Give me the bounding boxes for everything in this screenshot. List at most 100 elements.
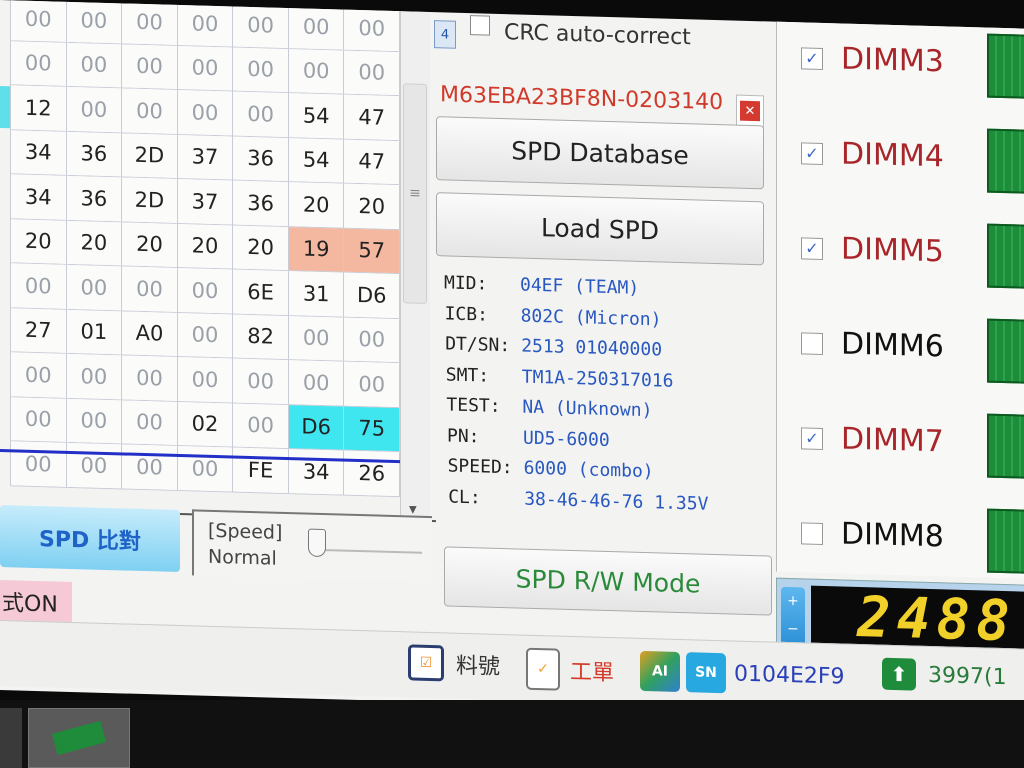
hex-cell[interactable]: 2D: [122, 132, 178, 178]
dimm-slot-dimm3[interactable]: ✓ DIMM3: [801, 40, 944, 79]
hex-cell[interactable]: 00: [122, 43, 178, 89]
hex-cell[interactable]: 00: [233, 2, 289, 48]
clear-button[interactable]: ✕: [736, 94, 764, 128]
hex-cell[interactable]: 20: [177, 223, 234, 269]
hex-cell[interactable]: 00: [122, 88, 178, 134]
hex-cell[interactable]: 00: [11, 0, 67, 42]
hex-cell[interactable]: 01: [66, 309, 123, 355]
hex-cell[interactable]: 75: [344, 406, 401, 452]
hex-cell[interactable]: 00: [288, 360, 345, 406]
hex-cell[interactable]: 00: [66, 442, 123, 488]
hex-cell[interactable]: 00: [344, 317, 401, 363]
hex-cell[interactable]: 00: [177, 445, 234, 492]
hex-cell[interactable]: 00: [344, 361, 401, 407]
hex-cell[interactable]: 00: [177, 89, 234, 136]
hex-cell[interactable]: 00: [11, 40, 67, 86]
hex-cell[interactable]: 00: [66, 0, 123, 43]
hex-cell[interactable]: 36: [66, 175, 123, 221]
hex-cell[interactable]: 00: [11, 441, 67, 487]
clipboard-icon[interactable]: ✓: [526, 647, 560, 691]
hex-cell[interactable]: 00: [288, 315, 345, 361]
hex-cell[interactable]: 26: [344, 450, 401, 496]
spin-down-icon[interactable]: −: [781, 615, 805, 644]
spd-compare-button[interactable]: SPD 比對: [0, 505, 180, 573]
taskbar-item[interactable]: [0, 708, 22, 768]
hex-cell[interactable]: 34: [288, 449, 345, 495]
hex-cell[interactable]: 27: [11, 307, 67, 353]
hex-cell[interactable]: 00: [344, 5, 401, 51]
spd-database-button[interactable]: SPD Database: [436, 116, 764, 190]
hex-cell[interactable]: 00: [11, 352, 67, 398]
sn-badge[interactable]: SN: [686, 652, 726, 694]
hex-cell[interactable]: 00: [288, 4, 345, 50]
hex-cell[interactable]: 36: [233, 136, 289, 182]
hex-cell[interactable]: 31: [288, 271, 345, 317]
dimm-checkbox[interactable]: ✓: [801, 426, 823, 450]
hex-cell[interactable]: 00: [122, 355, 178, 401]
dimm-checkbox[interactable]: ✓: [801, 46, 823, 70]
hex-cell[interactable]: 00: [66, 86, 123, 132]
hex-cell[interactable]: 54: [288, 137, 345, 183]
hex-cell[interactable]: A0: [122, 310, 178, 356]
dimm-slot-dimm4[interactable]: ✓ DIMM4: [801, 135, 944, 174]
hex-cell[interactable]: 47: [344, 139, 401, 185]
hex-cell[interactable]: 36: [66, 131, 123, 177]
hex-cell[interactable]: 00: [288, 48, 345, 94]
hex-cell[interactable]: 00: [177, 45, 234, 91]
hex-cell[interactable]: 47: [344, 94, 401, 140]
upload-arrow-icon[interactable]: ⬆: [882, 657, 916, 691]
hex-cell[interactable]: 00: [177, 267, 234, 314]
hex-cell[interactable]: 00: [177, 0, 234, 47]
hex-cell[interactable]: 00: [233, 91, 289, 137]
hex-cell[interactable]: 20: [11, 218, 67, 264]
hex-cell[interactable]: 00: [233, 47, 289, 93]
hex-cell[interactable]: 37: [177, 178, 234, 225]
dimm-slot-dimm6[interactable]: DIMM6: [801, 325, 944, 364]
hex-cell[interactable]: 00: [66, 42, 123, 88]
hex-cell[interactable]: 00: [344, 50, 401, 96]
ai-badge[interactable]: AI: [640, 650, 680, 692]
hex-cell[interactable]: 00: [66, 264, 123, 310]
dimm-slot-dimm8[interactable]: DIMM8: [801, 515, 944, 554]
hex-cell[interactable]: 19: [288, 226, 345, 272]
hex-cell[interactable]: 36: [233, 180, 289, 226]
hex-cell[interactable]: 20: [344, 183, 401, 229]
rw-mode-button[interactable]: SPD R/W Mode: [444, 546, 772, 616]
hex-cell[interactable]: 00: [11, 263, 67, 309]
calendar-icon[interactable]: ☑: [408, 644, 444, 682]
hex-cell[interactable]: 00: [233, 403, 289, 449]
hex-cell[interactable]: 20: [288, 182, 345, 228]
hex-cell[interactable]: 00: [122, 444, 178, 490]
hex-cell[interactable]: 00: [177, 356, 234, 403]
scroll-down-icon[interactable]: ▼: [409, 504, 417, 515]
hex-cell[interactable]: 00: [233, 358, 289, 404]
crc-checkbox[interactable]: [470, 15, 490, 36]
hex-cell[interactable]: 6E: [233, 269, 289, 315]
hex-cell[interactable]: 20: [66, 220, 123, 266]
hex-cell[interactable]: 00: [122, 399, 178, 445]
dimm-checkbox[interactable]: [801, 521, 823, 545]
dimm-checkbox[interactable]: [801, 331, 823, 355]
hex-cell[interactable]: 57: [344, 228, 401, 274]
hex-cell[interactable]: 34: [11, 174, 67, 220]
dimm-checkbox[interactable]: ✓: [801, 236, 823, 260]
hex-cell[interactable]: 54: [288, 93, 345, 139]
hex-cell[interactable]: 00: [177, 312, 234, 358]
hex-cell[interactable]: 00: [11, 396, 67, 442]
scroll-thumb[interactable]: ≡: [403, 83, 427, 304]
hex-cell[interactable]: 20: [233, 225, 289, 271]
hex-cell[interactable]: 37: [177, 134, 234, 180]
hex-cell[interactable]: 82: [233, 314, 289, 360]
dimm-checkbox[interactable]: ✓: [801, 141, 823, 165]
hex-cell[interactable]: 00: [122, 0, 178, 45]
taskbar-app-ram-icon[interactable]: [28, 708, 130, 768]
hex-cell[interactable]: FE: [233, 447, 289, 493]
spin-up-icon[interactable]: +: [781, 587, 805, 616]
hex-cell[interactable]: D6: [344, 272, 401, 318]
grid-scrollbar[interactable]: ≡ ▼: [400, 11, 430, 523]
dimm-slot-dimm7[interactable]: ✓ DIMM7: [801, 420, 944, 459]
counter-spinner[interactable]: + −: [781, 586, 805, 648]
hex-cell[interactable]: 12: [11, 85, 67, 131]
hex-cell[interactable]: 00: [122, 266, 178, 312]
hex-cell[interactable]: 2D: [122, 177, 178, 223]
